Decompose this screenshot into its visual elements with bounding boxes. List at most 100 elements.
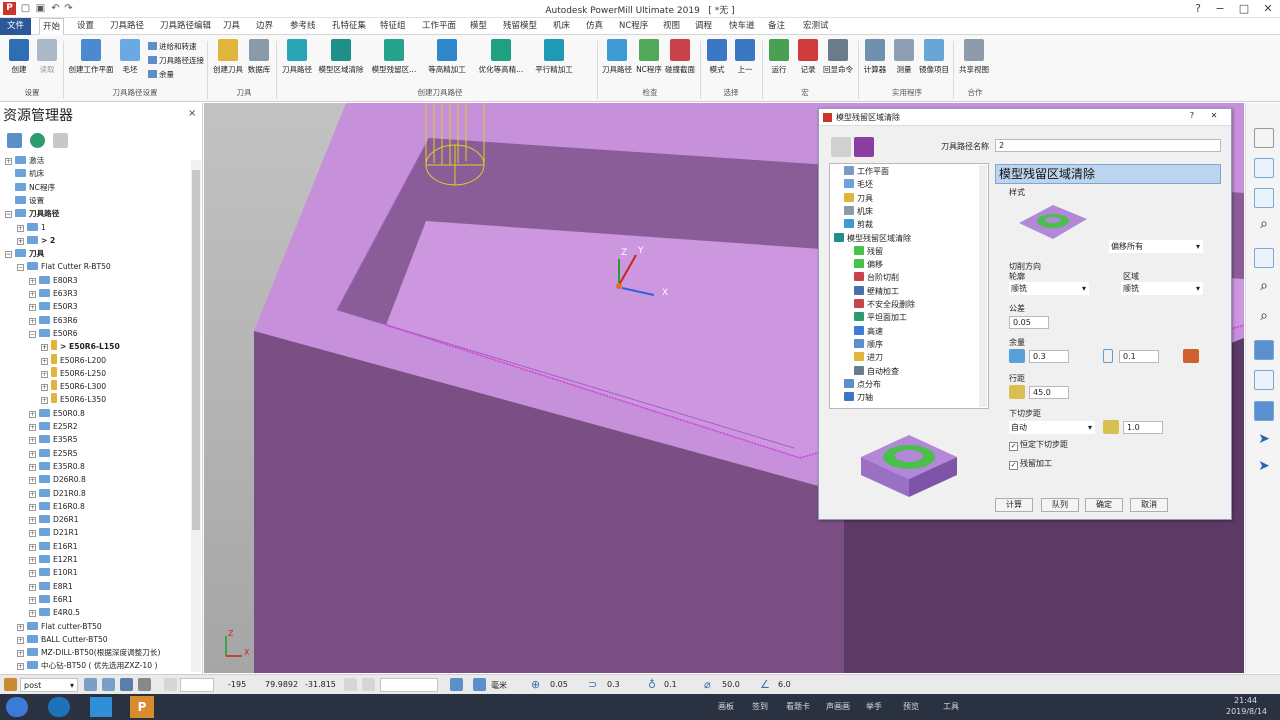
powermill-taskbar-icon[interactable]: P [130,696,154,718]
tab-model[interactable]: 模型 [467,18,490,35]
tab-nc-program[interactable]: NC程序 [616,18,651,35]
view-iso-icon[interactable] [1254,128,1274,148]
tree-item[interactable]: + D26R1 [0,513,79,526]
dialog-tree-item[interactable]: 偏移 [854,258,883,271]
measure-button[interactable]: 测量 [892,39,916,85]
dialog-tree-scrollbar[interactable] [979,165,987,407]
toolpath-name-input[interactable]: 2 [995,139,1221,152]
dialog-tree-item[interactable]: 工作平面 [844,165,889,178]
expand-icon[interactable]: + [29,583,36,591]
cancel-button[interactable]: 取消 [1130,498,1168,512]
explorer-scroll-thumb[interactable] [192,170,200,530]
refresh-view-icon[interactable] [1254,248,1274,268]
radial-allowance-icon[interactable] [1009,349,1025,363]
tab-toolpath-edit[interactable]: 刀具路径编辑 [157,18,214,35]
tree-item[interactable]: + E80R3 [0,274,78,287]
radial-allowance-input[interactable]: 0.3 [1029,350,1069,363]
tree-item[interactable]: + E25R2 [0,420,78,433]
share-view-button[interactable]: 共享视图 [958,39,990,85]
tree-item[interactable]: + E50R6-L350 [0,393,106,406]
tree-item[interactable]: + E8R1 [0,580,73,593]
expand-icon[interactable]: + [17,663,24,671]
post-select[interactable]: post ▾ [20,678,78,692]
tree-item[interactable]: 设置 [0,194,44,207]
expand-icon[interactable]: + [29,410,36,418]
delete-icon[interactable] [53,133,68,148]
rotate-cursor-icon[interactable]: ➤ [1254,458,1274,478]
tab-boundary[interactable]: 边界 [253,18,276,35]
const-z-finish-button[interactable]: 等高精加工 [426,39,468,85]
dialog-tree-item[interactable]: 毛坯 [844,178,873,191]
stepdown-mode-select[interactable]: 自动 [1009,421,1095,434]
tab-tool[interactable]: 刀具 [220,18,243,35]
toolpath-connect-button[interactable]: 刀具路径连接 [148,55,204,66]
expand-icon[interactable]: + [29,291,36,298]
area-select[interactable]: 顺铣 [1121,282,1203,295]
macro-run-button[interactable]: 运行 [767,39,791,85]
expand-icon[interactable]: + [29,437,36,445]
tab-hole-features[interactable]: 孔特征集 [329,18,369,35]
grid-icon[interactable] [120,678,133,691]
nc-verify-button[interactable]: NC程序 [636,39,662,85]
collapse-icon[interactable]: − [5,251,12,259]
zoom-box-icon[interactable]: ⌕ [1254,308,1274,328]
tab-file[interactable]: 文件 [0,18,32,35]
echo-command-button[interactable]: 回显命令 [822,39,854,85]
expand-icon[interactable]: + [29,490,36,498]
stepover-icon[interactable] [1009,385,1025,399]
expand-icon[interactable]: + [29,424,36,431]
tab-simulation[interactable]: 仿真 [583,18,606,35]
tree-item[interactable]: + E10R1 [0,566,78,579]
globe-icon[interactable] [30,133,45,148]
expand-icon[interactable]: + [17,650,24,658]
tree-item[interactable]: − Flat Cutter R-BT50 [0,260,111,273]
taskbar-item-signin[interactable]: 签到 [752,701,768,712]
dialog-lock-icon[interactable] [854,137,874,157]
shaded-view-icon[interactable] [1254,340,1274,360]
expand-icon[interactable]: + [41,384,48,392]
restore-button[interactable]: □ [1236,1,1252,16]
tree-item[interactable]: + BALL Cutter-BT50 [0,633,108,646]
tree-item[interactable]: + 激活 [0,154,44,167]
taskbar-item-tools[interactable]: 工具 [943,701,959,712]
taskbar-item-raise-hand[interactable]: 举手 [866,701,882,712]
collision-button[interactable]: 碰撞截面 [664,39,696,85]
tab-workplane[interactable]: 工作平面 [419,18,459,35]
tree-item[interactable]: + E16R0.8 [0,500,85,513]
explorer-close-button[interactable]: × [188,108,196,119]
tree-item[interactable]: + E25R5 [0,447,78,460]
axial-allowance-input[interactable]: 0.1 [1119,350,1159,363]
tree-item[interactable]: + > E50R6-L150 [0,340,120,353]
expand-icon[interactable]: + [29,477,36,485]
dialog-tree-item[interactable]: 进刀 [854,351,883,364]
expand-icon[interactable]: + [41,357,48,365]
database-button[interactable]: 数据库 [247,39,271,85]
select-mode-button[interactable]: 模式 [705,39,729,85]
expand-icon[interactable]: + [17,224,24,232]
taskbar-item-screen[interactable]: 声画画 [826,701,850,712]
expand-icon[interactable]: + [17,636,24,644]
tab-view[interactable]: 视图 [660,18,683,35]
queue-button[interactable]: 队列 [1041,498,1079,512]
snap-icon[interactable] [84,678,97,691]
toolpath-verify-button[interactable]: 刀具路径 [601,39,633,85]
expand-icon[interactable]: + [29,530,36,538]
tree-item[interactable]: + E35R5 [0,433,78,446]
rest-machining-checkbox[interactable]: ✓ 残留加工 [1009,458,1052,470]
tree-item[interactable]: + E16R1 [0,540,78,553]
dialog-tree-item[interactable]: 台阶切削 [854,271,899,284]
expand-icon[interactable]: + [29,317,36,325]
tree-item[interactable]: − 刀具 [0,247,44,260]
tree-item[interactable]: + > 2 [0,234,55,247]
coords-mode-icon[interactable] [164,678,177,691]
tree-item[interactable]: + E6R1 [0,593,73,606]
shaded-wire-icon[interactable] [1254,401,1274,421]
workplane-status-icon[interactable] [450,678,463,691]
expand-icon[interactable]: + [29,543,36,551]
feeds-speeds-button[interactable]: 进给和转速 [148,41,197,52]
tree-item[interactable]: + Flat cutter-BT50 [0,620,102,633]
view-iso2-icon[interactable] [1254,188,1274,208]
dialog-tree-item[interactable]: 模型残留区域清除 [834,232,911,245]
tree-item[interactable]: + E63R6 [0,314,78,327]
toolpath-button[interactable]: 刀具路径 [281,39,313,85]
